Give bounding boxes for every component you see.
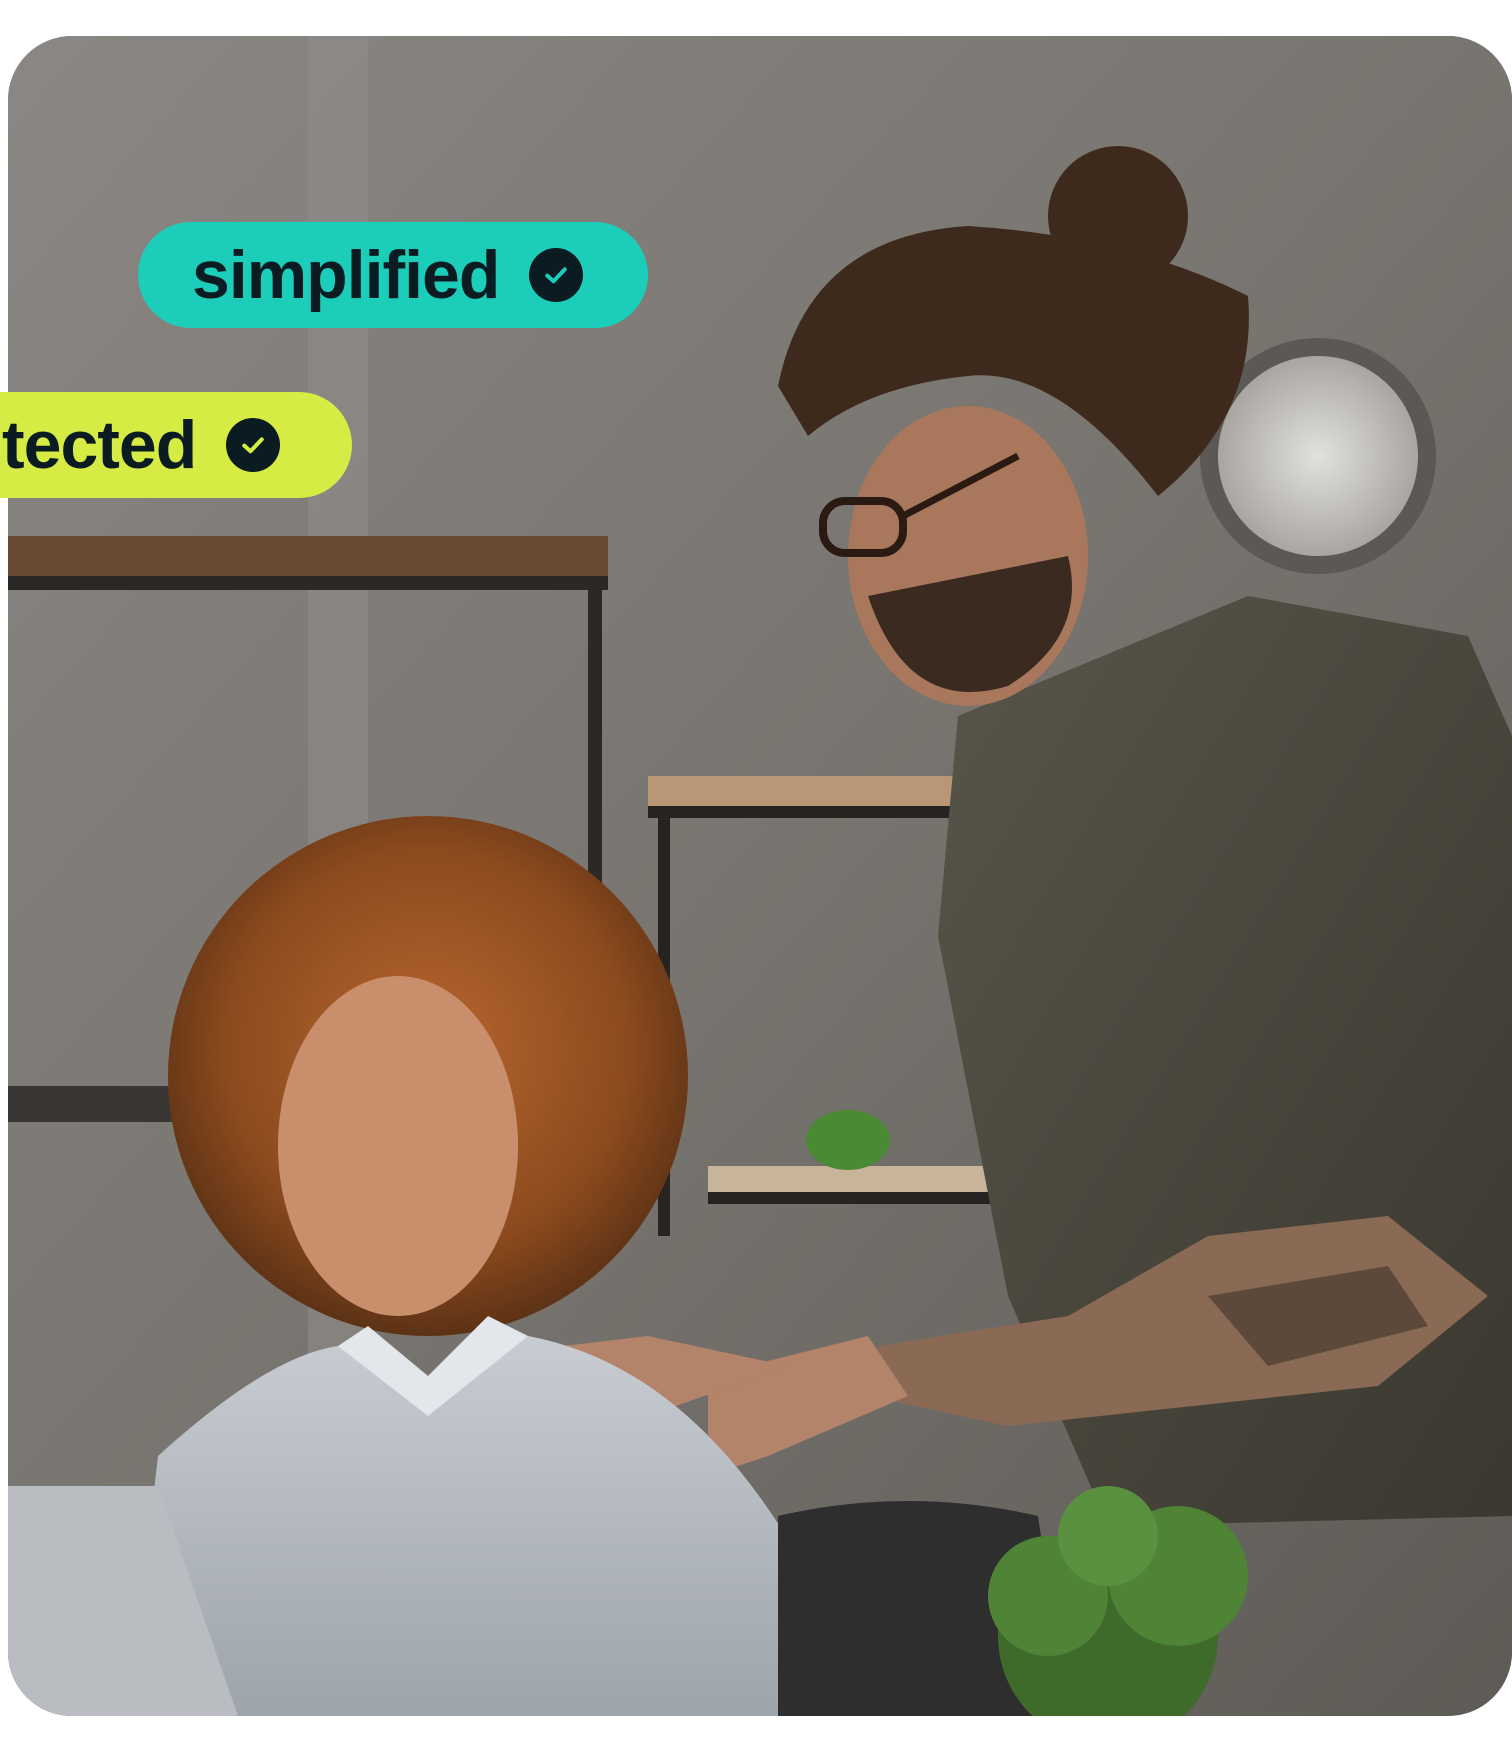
simplified-badge-label: simplified [192, 237, 500, 313]
simplified-badge: simplified [138, 222, 648, 328]
check-circle-icon [529, 248, 584, 302]
protected-badge-label: tected [2, 407, 197, 483]
check-circle-icon [226, 418, 281, 472]
protected-badge: tected [0, 392, 352, 498]
